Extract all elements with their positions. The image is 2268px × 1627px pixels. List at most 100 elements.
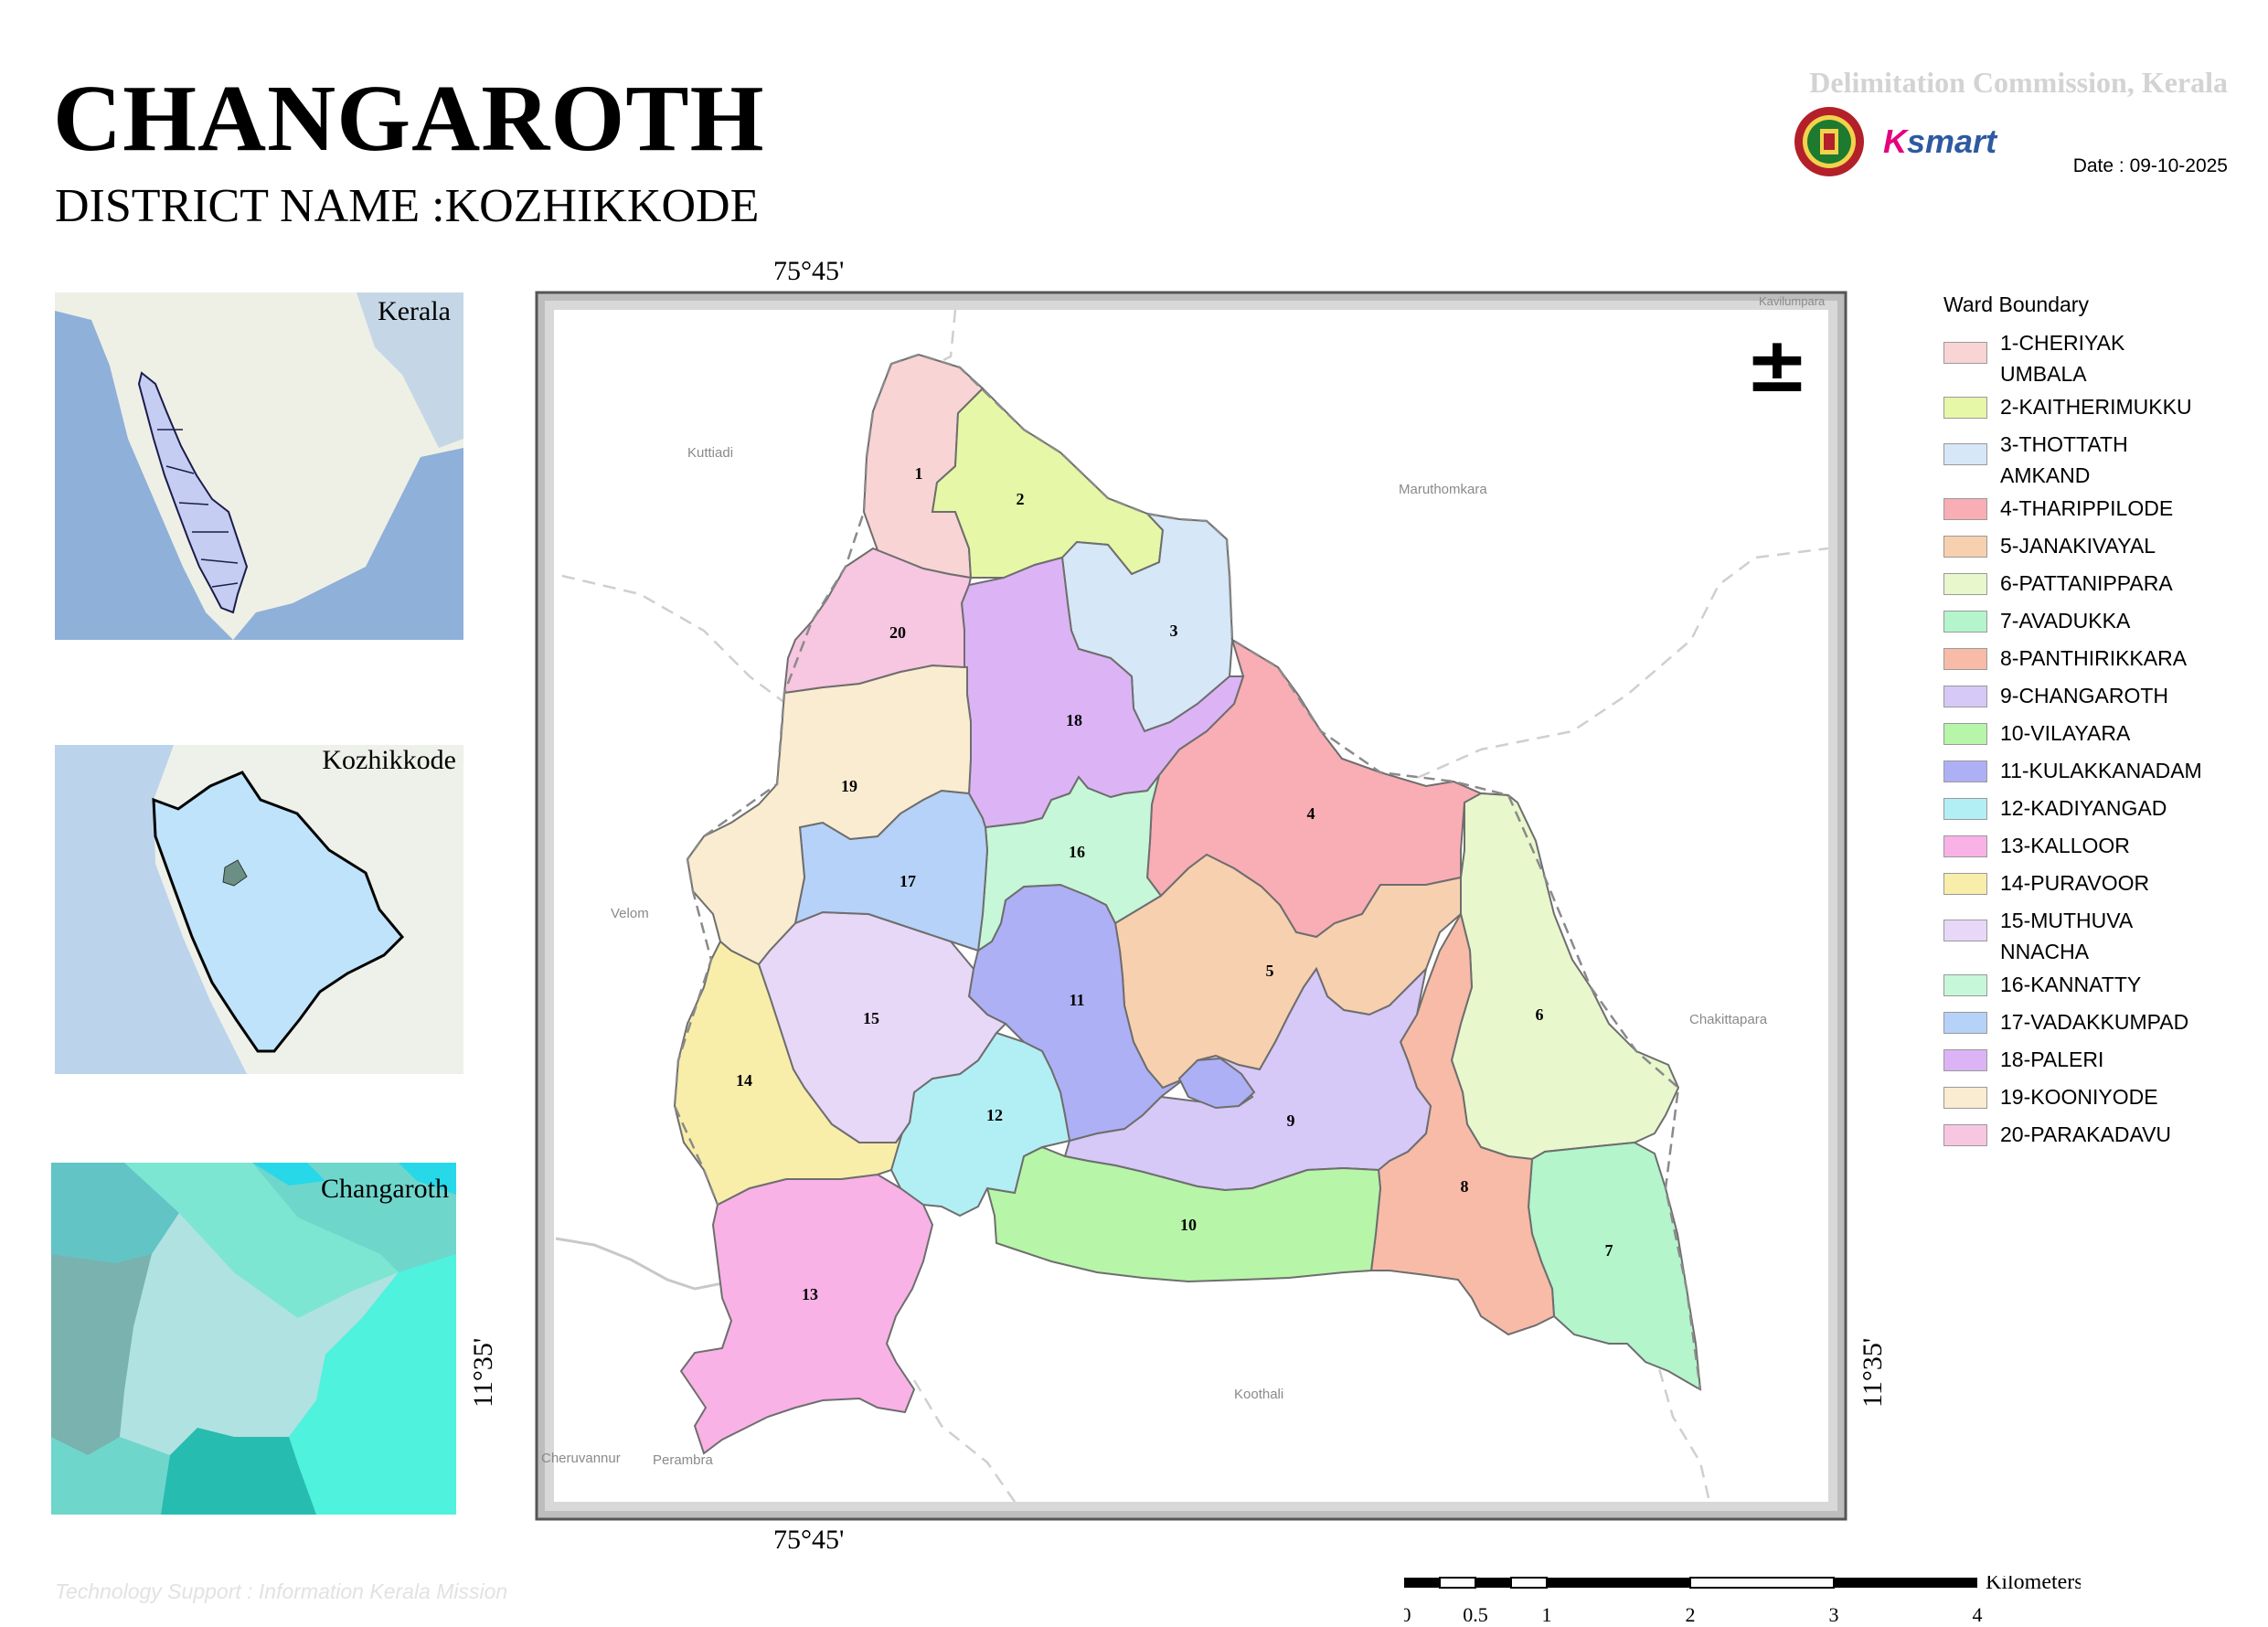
place-label: Velom bbox=[611, 906, 649, 921]
legend-label: 19-KOONIYODE bbox=[2000, 1085, 2158, 1109]
legend-label: 20-PARAKADAVU bbox=[2000, 1122, 2172, 1146]
legend-swatch bbox=[1943, 873, 1987, 895]
ward-label-11: 11 bbox=[1069, 991, 1084, 1009]
legend-swatch bbox=[1943, 648, 1987, 670]
legend-swatch bbox=[1943, 342, 1987, 364]
legend-swatch bbox=[1943, 443, 1987, 465]
ward-label-13: 13 bbox=[802, 1285, 818, 1303]
inset-label-kerala: Kerala bbox=[378, 296, 451, 326]
ward-label-8: 8 bbox=[1461, 1177, 1469, 1196]
place-label: Koothali bbox=[1234, 1387, 1283, 1402]
legend-label: 2-KAITHERIMUKKU bbox=[2000, 395, 2192, 419]
legend-label: 6-PATTANIPPARA bbox=[2000, 571, 2173, 595]
legend-label: 5-JANAKIVAYAL bbox=[2000, 534, 2156, 558]
legend-swatch bbox=[1943, 760, 1987, 782]
ward-label-6: 6 bbox=[1536, 1005, 1544, 1024]
legend-title: Ward Boundary bbox=[1943, 292, 2089, 316]
kerala-inset-graphic bbox=[55, 292, 463, 640]
legend-label: 16-KANNATTY bbox=[2000, 973, 2142, 996]
legend-swatch bbox=[1943, 573, 1987, 595]
legend-label: 1-CHERIYAKUMBALA bbox=[2000, 331, 2125, 386]
legend-swatch bbox=[1943, 1124, 1987, 1146]
scale-bar-segments bbox=[1404, 1577, 1977, 1589]
legend-swatch bbox=[1943, 723, 1987, 745]
coord-left-lat: 11°35' bbox=[468, 1337, 498, 1408]
legend-label: 10-VILAYARA bbox=[2000, 721, 2131, 745]
legend-label: 3-THOTTATHAMKAND bbox=[2000, 432, 2128, 487]
north-arrow-icon: ± bbox=[1745, 320, 1809, 409]
map-date: Date : 09-10-2025 bbox=[2072, 155, 2228, 176]
legend-label: 11-KULAKKANADAM bbox=[2000, 759, 2202, 782]
place-label: Maruthomkara bbox=[1399, 482, 1487, 497]
election-commission-seal-icon bbox=[1794, 107, 1864, 176]
inset-map-local-body: Changaroth bbox=[51, 1163, 456, 1515]
legend-swatch bbox=[1943, 835, 1987, 857]
scale-tick: 2 bbox=[1686, 1603, 1696, 1626]
ward-label-3: 3 bbox=[1170, 622, 1178, 640]
ward-label-14: 14 bbox=[736, 1071, 752, 1090]
ward-label-10: 10 bbox=[1180, 1216, 1197, 1234]
legend-label: 15-MUTHUVANNACHA bbox=[2000, 909, 2134, 963]
ward-label-17: 17 bbox=[900, 872, 916, 890]
scale-tick: 4 bbox=[1973, 1603, 1983, 1626]
ward-label-2: 2 bbox=[1017, 490, 1025, 508]
ksmart-logo-k: K bbox=[1883, 122, 1907, 160]
legend-label: 9-CHANGAROTH bbox=[2000, 684, 2169, 707]
ward-label-7: 7 bbox=[1605, 1241, 1613, 1260]
legend-label: 14-PURAVOOR bbox=[2000, 871, 2150, 895]
scale-bar: Kilometers 0 0.5 1 2 3 4 bbox=[1404, 1576, 2081, 1626]
legend-label: 12-KADIYANGAD bbox=[2000, 796, 2167, 820]
legend-label: 17-VADAKKUMPAD bbox=[2000, 1010, 2189, 1034]
ward-label-16: 16 bbox=[1069, 843, 1085, 861]
legend-swatch bbox=[1943, 1087, 1987, 1109]
coord-bottom-lon: 75°45' bbox=[773, 1525, 845, 1555]
coord-right-lat: 11°35' bbox=[1858, 1337, 1888, 1408]
commission-name: Delimitation Commission, Kerala bbox=[1809, 66, 2228, 99]
inset-label-local-body: Changaroth bbox=[321, 1174, 449, 1204]
inset-map-kerala: Kerala bbox=[55, 292, 463, 640]
map-title: CHANGAROTH bbox=[53, 66, 765, 171]
coord-top-lon: 75°45' bbox=[773, 256, 845, 286]
legend-label: 4-THARIPPILODE bbox=[2000, 496, 2174, 520]
legend-swatch bbox=[1943, 974, 1987, 996]
legend-swatch bbox=[1943, 1012, 1987, 1034]
legend-label: 18-PALERI bbox=[2000, 1047, 2104, 1071]
district-name: DISTRICT NAME :KOZHIKKODE bbox=[55, 180, 760, 232]
scale-tick: 0 bbox=[1404, 1603, 1411, 1626]
legend-swatch bbox=[1943, 920, 1987, 941]
scale-ticks: 0 0.5 1 2 3 4 bbox=[1404, 1603, 1983, 1626]
scale-tick: 1 bbox=[1542, 1603, 1552, 1626]
ward-label-12: 12 bbox=[986, 1106, 1003, 1124]
ward-label-4: 4 bbox=[1307, 804, 1315, 823]
local-body-inset-graphic bbox=[51, 1163, 456, 1515]
ward-label-15: 15 bbox=[863, 1009, 879, 1027]
legend-swatch bbox=[1943, 536, 1987, 558]
place-label: Kuttiadi bbox=[687, 445, 733, 461]
place-label: Cheruvannur bbox=[541, 1451, 621, 1466]
district-inset-graphic bbox=[55, 745, 463, 1074]
place-label: Kavilumpara bbox=[1759, 294, 1826, 308]
ward-label-9: 9 bbox=[1287, 1111, 1295, 1130]
main-ward-map: 1 2 3 4 5 6 7 8 9 10 11 12 13 14 15 16 1… bbox=[535, 291, 1847, 1521]
ward-label-20: 20 bbox=[889, 623, 906, 642]
legend-label: 8-PANTHIRIKKARA bbox=[2000, 646, 2188, 670]
legend-swatch bbox=[1943, 498, 1987, 520]
place-label: Chakittapara bbox=[1689, 1012, 1768, 1027]
inset-map-district: Kozhikkode bbox=[55, 745, 463, 1074]
legend-swatch bbox=[1943, 397, 1987, 419]
ksmart-logo: Ksmart bbox=[1883, 122, 1996, 161]
inset-label-district: Kozhikkode bbox=[322, 745, 456, 775]
legend-swatch bbox=[1943, 798, 1987, 820]
legend-label: 13-KALLOOR bbox=[2000, 834, 2130, 857]
legend-swatch bbox=[1943, 1049, 1987, 1071]
technology-support-credit: Technology Support : Information Kerala … bbox=[55, 1579, 508, 1603]
ward-label-5: 5 bbox=[1266, 962, 1274, 980]
scale-tick: 3 bbox=[1829, 1603, 1839, 1626]
place-label: Perambra bbox=[653, 1452, 714, 1468]
ward-label-1: 1 bbox=[915, 464, 923, 483]
ward-label-19: 19 bbox=[841, 777, 857, 795]
scale-unit: Kilometers bbox=[1986, 1576, 2081, 1594]
legend-label: 7-AVADUKKA bbox=[2000, 609, 2131, 633]
ksmart-logo-text: smart bbox=[1907, 122, 1997, 160]
ward-label-18: 18 bbox=[1066, 711, 1082, 729]
